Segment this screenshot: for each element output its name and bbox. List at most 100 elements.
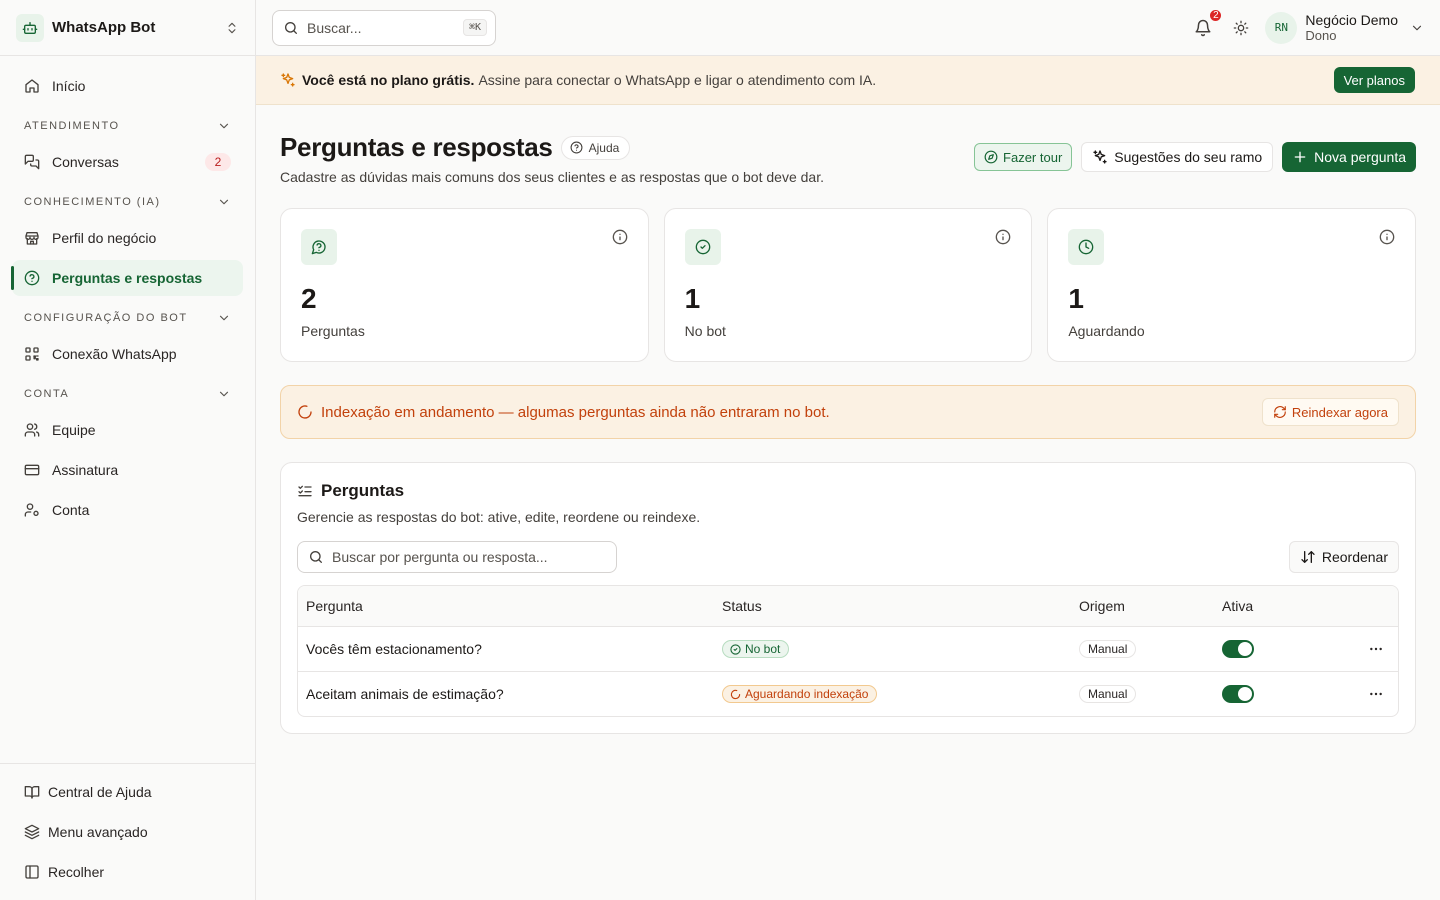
active-toggle[interactable]	[1222, 640, 1254, 658]
stat-value: 1	[684, 283, 701, 314]
status-badge: No bot	[722, 640, 790, 658]
table-row[interactable]: Aceitam animais de estimação? Aguardando…	[298, 671, 1398, 716]
sidebar-item-conta[interactable]: Conta	[12, 492, 243, 528]
plus-icon	[1292, 149, 1308, 165]
global-search[interactable]: ⌘K	[272, 9, 496, 46]
stat-card-in-bot: 1 No bot	[663, 208, 1033, 362]
banner-title: Você está no plano grátis.	[302, 72, 475, 88]
panel-title: Perguntas	[321, 481, 405, 500]
sidebar-item-label: Início	[52, 78, 86, 94]
stat-value: 1	[1068, 283, 1084, 314]
sidebar: WhatsApp Bot Início ATENDIMENTO Conversa…	[0, 0, 256, 900]
sidebar-item-advanced-menu[interactable]: Menu avançado	[12, 814, 243, 850]
bot-icon	[16, 13, 44, 42]
reorder-button[interactable]: Reordenar	[1288, 541, 1399, 573]
chevron-down-icon	[217, 119, 231, 133]
questions-panel: Perguntas Gerencie as respostas do bot: …	[280, 462, 1416, 734]
more-horizontal-icon[interactable]	[1368, 641, 1384, 657]
questions-search-input[interactable]	[332, 549, 606, 565]
user-menu[interactable]: RN Negócio Demo Dono	[1265, 11, 1424, 44]
help-button[interactable]: Ajuda	[560, 135, 631, 160]
sidebar-item-label: Assinatura	[52, 462, 119, 478]
user-cog-icon	[24, 502, 40, 518]
info-icon[interactable]	[612, 229, 628, 245]
sidebar-item-conexao[interactable]: Conexão WhatsApp	[12, 336, 243, 372]
info-icon[interactable]	[995, 229, 1011, 245]
workspace-switcher[interactable]: WhatsApp Bot	[0, 0, 255, 56]
suggestions-label: Sugestões do seu ramo	[1114, 149, 1263, 165]
sidebar-item-assinatura[interactable]: Assinatura	[12, 452, 243, 488]
stat-label: No bot	[684, 323, 726, 339]
unread-badge: 2	[205, 153, 231, 171]
user-name: Negócio Demo	[1305, 11, 1398, 28]
active-toggle[interactable]	[1222, 685, 1254, 703]
message-question-icon	[301, 229, 337, 265]
questions-table: Pergunta Status Origem Ativa Vocês têm e…	[297, 585, 1399, 717]
questions-search[interactable]	[297, 541, 617, 573]
search-icon	[283, 20, 299, 36]
panel-left-icon	[24, 864, 40, 880]
chevron-down-icon	[217, 195, 231, 209]
book-open-icon	[24, 784, 40, 800]
question-text: Vocês têm estacionamento?	[306, 641, 482, 657]
tour-label: Fazer tour	[1003, 149, 1063, 165]
loader-icon	[297, 404, 313, 420]
sidebar-item-label: Menu avançado	[48, 824, 148, 840]
global-search-input[interactable]	[307, 19, 463, 36]
info-icon[interactable]	[1379, 229, 1395, 245]
more-horizontal-icon[interactable]	[1368, 686, 1384, 702]
credit-card-icon	[24, 462, 40, 478]
section-conta[interactable]: CONTA	[12, 380, 243, 408]
sparkles-icon	[280, 72, 296, 88]
clock-icon	[1068, 229, 1105, 265]
loader-icon	[730, 689, 741, 700]
reorder-label: Reordenar	[1321, 549, 1388, 565]
list-checks-icon	[297, 483, 313, 499]
search-shortcut: ⌘K	[462, 19, 487, 36]
see-plans-button[interactable]: Ver planos	[1333, 67, 1415, 93]
arrow-up-down-icon	[1300, 549, 1316, 565]
sidebar-item-equipe[interactable]: Equipe	[12, 412, 243, 448]
column-status: Status	[722, 598, 762, 614]
section-conhecimento[interactable]: CONHECIMENTO (IA)	[12, 188, 243, 216]
tour-button[interactable]: Fazer tour	[974, 143, 1073, 171]
section-configuracao[interactable]: CONFIGURAÇÃO DO BOT	[12, 304, 243, 332]
table-header: Pergunta Status Origem Ativa	[298, 586, 1398, 626]
table-row[interactable]: Vocês têm estacionamento? No bot Manual	[298, 626, 1398, 671]
help-circle-icon	[24, 270, 40, 286]
panel-subtitle: Gerencie as respostas do bot: ative, edi…	[297, 509, 701, 525]
refresh-icon	[1273, 405, 1287, 419]
suggestions-button[interactable]: Sugestões do seu ramo	[1081, 142, 1274, 172]
messages-icon	[24, 154, 40, 170]
stat-card-questions: 2 Perguntas	[280, 208, 649, 362]
sidebar-item-inicio[interactable]: Início	[12, 68, 243, 104]
reindex-button[interactable]: Reindexar agora	[1261, 398, 1399, 426]
notifications-button[interactable]: 2	[1191, 7, 1224, 40]
stat-label: Perguntas	[301, 323, 365, 339]
layers-icon	[24, 824, 40, 840]
sidebar-item-perguntas[interactable]: Perguntas e respostas	[11, 260, 243, 296]
sidebar-item-perfil[interactable]: Perfil do negócio	[12, 220, 243, 256]
stat-label: Aguardando	[1068, 323, 1145, 339]
section-atendimento[interactable]: ATENDIMENTO	[12, 112, 243, 140]
user-role: Dono	[1305, 27, 1337, 43]
sidebar-item-help-center[interactable]: Central de Ajuda	[12, 774, 243, 810]
help-circle-icon	[570, 141, 583, 154]
sidebar-collapse-button[interactable]: Recolher	[12, 854, 243, 890]
status-badge: Aguardando indexação	[722, 685, 878, 703]
notifications-badge: 2	[1208, 7, 1224, 23]
topbar-actions: 2 RN Negócio Demo Dono	[1191, 7, 1424, 44]
status-text: No bot	[745, 642, 781, 656]
sidebar-item-label: Conta	[52, 502, 90, 518]
new-question-button[interactable]: Nova pergunta	[1282, 142, 1416, 172]
sidebar-item-conversas[interactable]: Conversas 2	[12, 144, 243, 180]
sidebar-item-label: Equipe	[52, 422, 96, 438]
check-circle-icon	[684, 229, 721, 265]
user-info: Negócio Demo Dono	[1305, 12, 1398, 44]
theme-toggle-button[interactable]	[1229, 16, 1253, 40]
sidebar-item-label: Conversas	[52, 154, 119, 170]
help-label: Ajuda	[588, 140, 620, 155]
reindex-label: Reindexar agora	[1291, 404, 1388, 420]
status-text: Aguardando indexação	[745, 687, 869, 701]
indexing-alert-text: Indexação em andamento — algumas pergunt…	[321, 403, 830, 421]
